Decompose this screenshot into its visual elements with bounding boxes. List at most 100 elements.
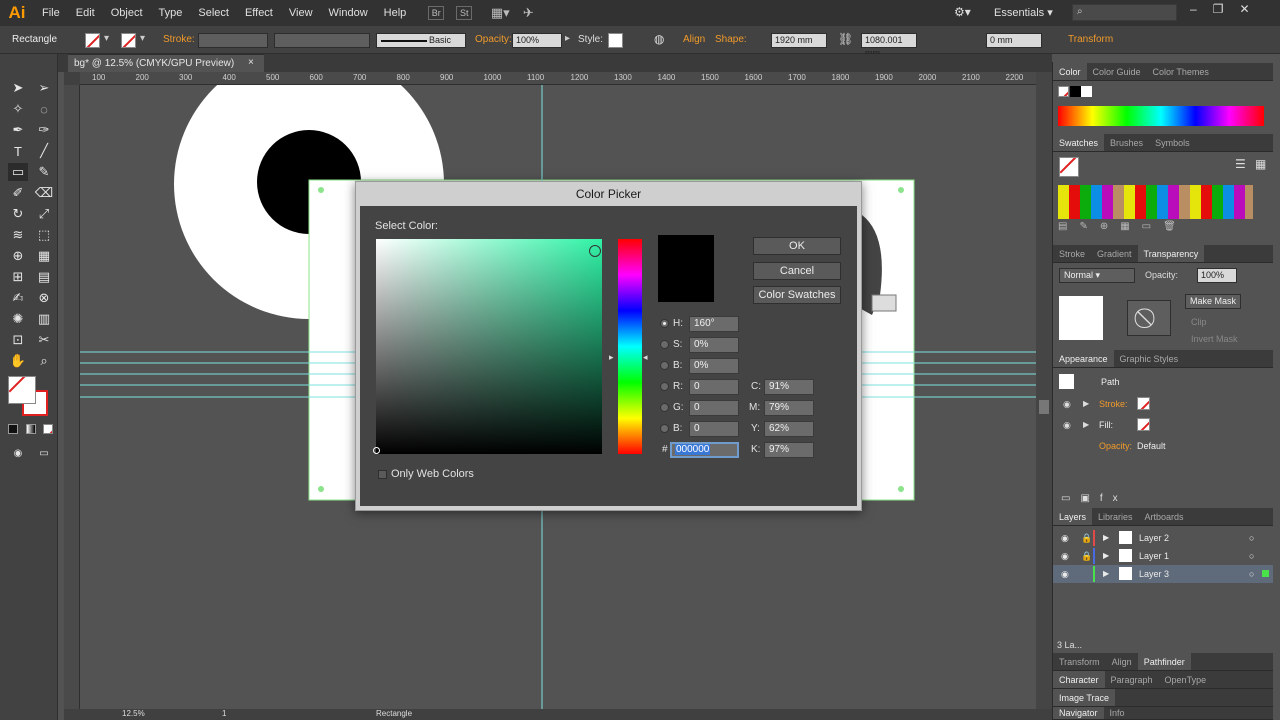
appearance-actions[interactable]: ▭▣fx	[1061, 493, 1128, 504]
type-tool-icon[interactable]: T	[8, 142, 28, 160]
red-radio[interactable]	[660, 382, 669, 391]
hue-slider[interactable]	[618, 239, 642, 454]
layer-row[interactable]: ◉ 🔒 ▶ Layer 2 ○	[1053, 529, 1273, 547]
tab-character[interactable]: Character	[1053, 671, 1105, 688]
green-field[interactable]: 0	[689, 400, 739, 416]
tab-navigator[interactable]: Navigator	[1053, 707, 1104, 719]
vertical-scrollbar[interactable]	[1036, 72, 1052, 710]
tab-gradient[interactable]: Gradient	[1091, 245, 1138, 262]
chevron-right-icon[interactable]: ▸	[565, 33, 570, 44]
direct-selection-tool-icon[interactable]: ➢	[34, 79, 54, 97]
bridge-icon[interactable]: Br	[428, 6, 445, 20]
opacity-field[interactable]: 100%	[512, 33, 562, 48]
none-mode-icon[interactable]	[43, 424, 53, 434]
saturation-field[interactable]: 0%	[689, 337, 739, 353]
corner-radius-field[interactable]: 0 mm	[986, 33, 1042, 48]
visibility-eye-icon[interactable]: ◉	[1061, 533, 1069, 544]
curvature-tool-icon[interactable]: ✑	[34, 121, 54, 139]
color-spectrum-bar[interactable]	[1058, 106, 1264, 126]
list-view-icon[interactable]: ☰	[1235, 157, 1246, 171]
fill-stroke-proxy[interactable]	[1059, 157, 1079, 177]
hue-slider-right-arrow[interactable]: ◂	[643, 352, 648, 363]
tab-image-trace[interactable]: Image Trace	[1053, 689, 1116, 706]
layer-row[interactable]: ◉ 🔒 ▶ Layer 1 ○	[1053, 547, 1273, 565]
saturation-brightness-field[interactable]	[373, 239, 602, 454]
width-tool-icon[interactable]: ≋	[8, 226, 28, 244]
green-radio[interactable]	[660, 403, 669, 412]
red-field[interactable]: 0	[689, 379, 739, 395]
tab-layers[interactable]: Layers	[1053, 508, 1093, 525]
black-key-field[interactable]: 97%	[764, 442, 814, 458]
magenta-field[interactable]: 79%	[764, 400, 814, 416]
perspective-grid-icon[interactable]: ▦	[34, 247, 54, 265]
visibility-eye-icon[interactable]: ◉	[1063, 399, 1071, 410]
tab-paragraph[interactable]: Paragraph	[1105, 671, 1159, 688]
appearance-opacity-label[interactable]: Opacity:	[1099, 441, 1132, 451]
artboard-number[interactable]: 1	[222, 709, 226, 718]
gpu-performance-icon[interactable]: ✈	[520, 5, 536, 20]
visibility-eye-icon[interactable]: ◉	[1061, 569, 1069, 580]
tab-stroke[interactable]: Stroke	[1053, 245, 1091, 262]
hue-field[interactable]: 160°	[689, 316, 739, 332]
close-tab-icon[interactable]: ×	[248, 57, 254, 68]
expand-triangle-icon[interactable]: ▶	[1103, 569, 1109, 578]
appearance-fill-label[interactable]: Fill:	[1099, 420, 1113, 430]
yellow-field[interactable]: 62%	[764, 421, 814, 437]
shaper-tool-icon[interactable]: ✐	[8, 184, 28, 202]
ruler-origin[interactable]	[64, 72, 80, 85]
menu-select[interactable]: Select	[190, 0, 237, 26]
shape-builder-icon[interactable]: ⊕	[8, 247, 28, 265]
cancel-button[interactable]: Cancel	[753, 262, 841, 280]
color-mode-icon[interactable]	[8, 424, 18, 434]
saturation-radio[interactable]	[660, 340, 669, 349]
scale-tool-icon[interactable]: ⤢	[34, 205, 54, 223]
black-swatch[interactable]	[1070, 86, 1081, 97]
layer-name[interactable]: Layer 2	[1139, 533, 1169, 543]
brightness-radio[interactable]	[660, 361, 669, 370]
visibility-eye-icon[interactable]: ◉	[1061, 551, 1069, 562]
hue-slider-left-arrow[interactable]: ▸	[609, 352, 614, 363]
blend-tool-icon[interactable]: ⊗	[34, 289, 54, 307]
layer-name[interactable]: Layer 1	[1139, 551, 1169, 561]
free-transform-icon[interactable]: ⬚	[34, 226, 54, 244]
line-tool-icon[interactable]: ╱	[34, 142, 54, 160]
fill-swatch[interactable]	[85, 33, 100, 48]
menu-window[interactable]: Window	[321, 0, 376, 26]
tab-brushes[interactable]: Brushes	[1104, 134, 1149, 151]
hue-radio[interactable]	[660, 319, 669, 328]
panel-opacity-field[interactable]: 100%	[1197, 268, 1237, 283]
graphic-style-swatch[interactable]	[608, 33, 623, 48]
tab-color-guide[interactable]: Color Guide	[1087, 63, 1147, 80]
chevron-down-icon[interactable]: ▾	[140, 33, 145, 44]
stroke-swatch[interactable]	[121, 33, 136, 48]
appearance-stroke-swatch[interactable]	[1137, 397, 1150, 410]
make-mask-button[interactable]: Make Mask	[1185, 294, 1241, 309]
expand-triangle-icon[interactable]: ▶	[1083, 420, 1089, 429]
tab-libraries[interactable]: Libraries	[1092, 508, 1139, 525]
fill-color-well[interactable]	[8, 376, 36, 404]
gradient-mode-icon[interactable]	[26, 424, 36, 434]
variable-width-field[interactable]	[274, 33, 370, 48]
tab-swatches[interactable]: Swatches	[1053, 134, 1105, 151]
ok-button[interactable]: OK	[753, 237, 841, 255]
menu-object[interactable]: Object	[103, 0, 151, 26]
tab-opentype[interactable]: OpenType	[1159, 671, 1213, 688]
workspace-switcher[interactable]: Essentials ▾	[994, 6, 1053, 19]
symbol-sprayer-icon[interactable]: ✺	[8, 310, 28, 328]
shape-width-field[interactable]: 1920 mm	[771, 33, 827, 48]
tab-symbols[interactable]: Symbols	[1149, 134, 1196, 151]
paintbrush-icon[interactable]: ✎	[34, 163, 54, 181]
lock-icon[interactable]: 🔒	[1081, 551, 1092, 562]
selection-indicator[interactable]	[1262, 570, 1269, 577]
gradient-tool-icon[interactable]: ▤	[34, 268, 54, 286]
close-window-icon[interactable]: ✕	[1239, 2, 1249, 16]
mesh-tool-icon[interactable]: ⊞	[8, 268, 28, 286]
none-swatch[interactable]	[1058, 86, 1069, 97]
hand-tool-icon[interactable]: ✋	[8, 352, 28, 370]
blue-field[interactable]: 0	[689, 421, 739, 437]
tab-graphic-styles[interactable]: Graphic Styles	[1114, 350, 1185, 367]
menu-type[interactable]: Type	[151, 0, 191, 26]
arrange-documents-icon[interactable]: ▦▾	[491, 5, 510, 20]
menu-edit[interactable]: Edit	[68, 0, 103, 26]
shape-height-field[interactable]: 1080.001 mm	[861, 33, 917, 58]
